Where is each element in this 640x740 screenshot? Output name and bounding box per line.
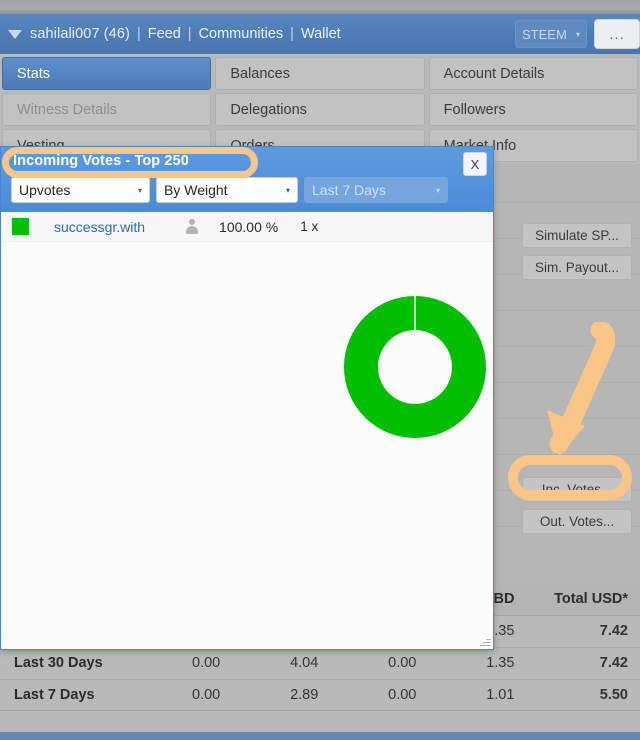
vote-count: 1 x xyxy=(300,219,319,234)
tab-followers[interactable]: Followers xyxy=(428,93,638,126)
voter-name-link[interactable]: successgr.with xyxy=(54,219,145,235)
nav-separator-1: | xyxy=(136,26,141,42)
votes-donut-chart xyxy=(342,294,488,440)
tab-row-2: Witness Details Delegations Followers xyxy=(0,93,640,126)
color-swatch-icon xyxy=(12,218,29,235)
donut-svg xyxy=(344,296,486,438)
donut-hole xyxy=(378,330,452,404)
row-cell: 0.00 xyxy=(330,647,429,680)
dialog-header: Incoming Votes - Top 250 X Upvotes ▾ By … xyxy=(1,147,493,212)
row-cell: 2.89 xyxy=(232,679,331,712)
chevron-down-icon: ▾ xyxy=(575,29,580,39)
vote-type-value: Upvotes xyxy=(19,182,71,198)
row-cell: 0.00 xyxy=(134,647,233,680)
row-cell: 0.00 xyxy=(330,679,429,712)
chevron-down-icon: ▾ xyxy=(435,185,440,195)
person-icon xyxy=(185,219,199,234)
th-total-usd: Total USD* xyxy=(526,583,640,616)
overflow-menu-button[interactable]: ... xyxy=(594,19,640,49)
dialog-filter-bar: Upvotes ▾ By Weight ▾ Last 7 Days ▾ xyxy=(11,177,448,203)
inc-votes-button[interactable]: Inc. Votes... xyxy=(522,477,632,502)
row-cell: 4.04 xyxy=(232,647,331,680)
table-row: Last 7 Days 0.00 2.89 0.00 1.01 5.50 xyxy=(0,679,640,712)
sort-by-value: By Weight xyxy=(164,182,228,198)
dialog-resize-handle[interactable] xyxy=(479,635,491,647)
nav-link-wallet[interactable]: Wallet xyxy=(301,26,341,42)
sort-by-select[interactable]: By Weight ▾ xyxy=(156,177,298,203)
row-total: 7.42 xyxy=(526,647,640,680)
row-cell: 1.01 xyxy=(428,679,527,712)
row-total: 5.50 xyxy=(526,679,640,712)
nav-separator-2: | xyxy=(187,26,192,42)
currency-select[interactable]: STEEM ▾ xyxy=(515,20,587,48)
row-cell: 1.35 xyxy=(428,647,527,680)
period-value: Last 7 Days xyxy=(312,182,386,198)
tab-row-1: Stats Balances Account Details xyxy=(0,57,640,90)
window-status-bar xyxy=(0,732,640,740)
dialog-title: Incoming Votes - Top 250 xyxy=(13,153,189,169)
table-footer-filler xyxy=(0,710,640,732)
vote-percent: 100.00 % xyxy=(219,218,279,235)
tab-account-details[interactable]: Account Details xyxy=(428,57,638,90)
top-navbar: sahilali007 (46) | Feed | Communities | … xyxy=(0,14,640,54)
row-label: Last 30 Days xyxy=(0,647,135,680)
incoming-votes-dialog: Incoming Votes - Top 250 X Upvotes ▾ By … xyxy=(0,146,494,650)
row-cell: 0.00 xyxy=(134,679,233,712)
tab-delegations[interactable]: Delegations xyxy=(215,93,425,126)
nav-link-communities[interactable]: Communities xyxy=(199,26,284,42)
row-label: Last 7 Days xyxy=(0,679,135,712)
sim-payout-button[interactable]: Sim. Payout... xyxy=(522,255,632,280)
nav-separator-3: | xyxy=(290,26,294,42)
simulate-sp-button[interactable]: Simulate SP... xyxy=(522,223,632,248)
currency-select-value: STEEM xyxy=(522,26,567,42)
tab-witness-details[interactable]: Witness Details xyxy=(2,93,212,126)
tab-stats[interactable]: Stats xyxy=(2,57,212,90)
chevron-down-icon[interactable] xyxy=(8,29,22,39)
out-votes-button[interactable]: Out. Votes... xyxy=(522,509,632,534)
table-row: Last 30 Days 0.00 4.04 0.00 1.35 7.42 xyxy=(0,647,640,680)
vote-type-select[interactable]: Upvotes ▾ xyxy=(11,177,150,203)
dialog-body: successgr.with 100.00 % 1 x xyxy=(1,212,493,649)
close-icon[interactable]: X xyxy=(463,152,487,176)
app-root: sahilali007 (46) | Feed | Communities | … xyxy=(0,0,640,740)
nav-username[interactable]: sahilali007 (46) xyxy=(30,26,130,42)
chevron-down-icon: ▾ xyxy=(285,185,290,195)
nav-link-feed[interactable]: Feed xyxy=(148,26,181,42)
navbar-right-group: STEEM ▾ ... xyxy=(515,14,640,54)
row-total: 7.42 xyxy=(526,615,640,648)
period-select[interactable]: Last 7 Days ▾ xyxy=(304,177,448,203)
window-top-strip xyxy=(0,0,640,14)
list-item[interactable]: successgr.with 100.00 % 1 x xyxy=(1,212,493,242)
chevron-down-icon: ▾ xyxy=(137,185,142,195)
tab-balances[interactable]: Balances xyxy=(215,57,425,90)
